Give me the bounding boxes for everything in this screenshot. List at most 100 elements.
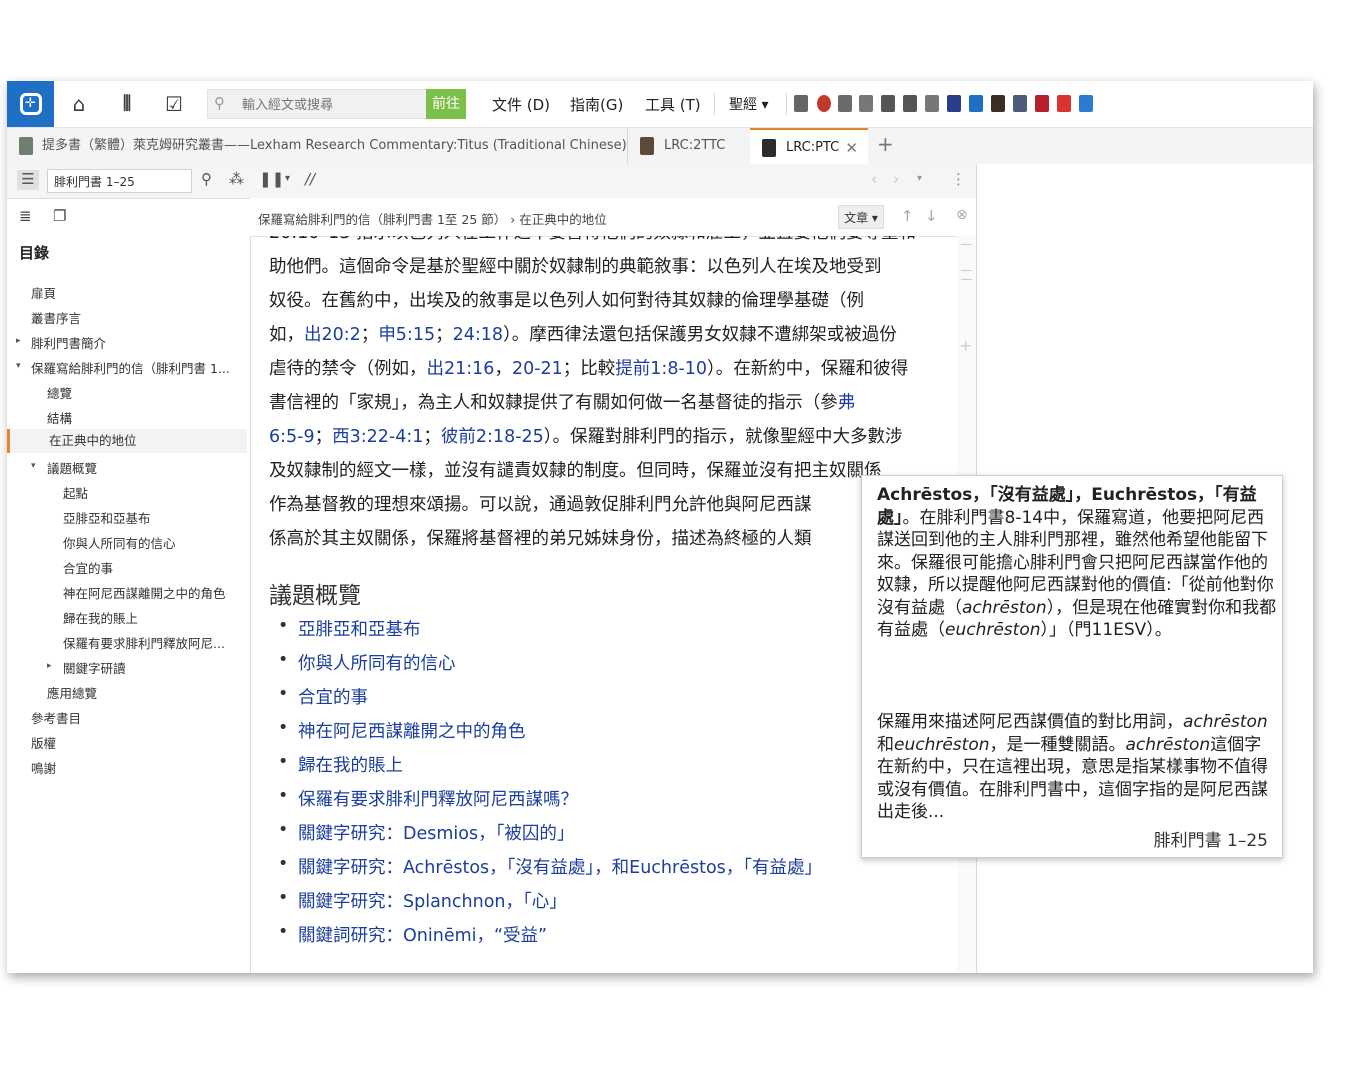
collapse-caret-icon[interactable]: ▾ — [31, 461, 36, 471]
text-line: 書信裡的「家規」，為主人和奴隸提供了有關如何做一名基督徒的指示（參弗 — [269, 393, 856, 413]
shortcut-phone-icon[interactable] — [881, 95, 895, 112]
forward-chevron-icon[interactable]: › — [893, 170, 899, 188]
menu-tools[interactable]: 工具 (T) — [645, 94, 701, 115]
toc-item-selected[interactable]: 在正典中的地位 — [7, 429, 247, 453]
tab-lrc-ptc[interactable]: LRC:PTC ✕ — [750, 128, 868, 164]
breadcrumb[interactable]: 保羅寫給腓利門的信（腓利門書 1至 25 節） › 在正典中的地位 — [258, 209, 607, 228]
text-line: 如，出20:2；申5:15；24:18）。摩西律法還包括保護男女奴隸不遭綁架或被… — [269, 325, 897, 345]
bible-ref-link[interactable]: 20-21 — [512, 359, 563, 379]
expand-caret-icon[interactable]: ▸ — [47, 661, 52, 671]
toc-item[interactable]: 叢書序言 — [31, 308, 81, 327]
bible-ref-link[interactable]: 申5:15 — [378, 325, 435, 345]
popup-source[interactable]: 腓利門書 1–25 — [1154, 826, 1268, 851]
bible-ref-link[interactable]: 西3:22-4:1 — [332, 427, 423, 447]
menu-documents[interactable]: 文件 (D) — [492, 94, 550, 115]
link-set-icon[interactable]: // — [305, 170, 315, 188]
shortcut-book-4-icon[interactable] — [1013, 95, 1027, 112]
scroll-thumb[interactable] — [961, 270, 972, 280]
toc-pages-icon[interactable]: ❐ — [53, 207, 66, 225]
shortcut-gallery-icon[interactable] — [838, 95, 852, 112]
toc-item[interactable]: 版權 — [31, 733, 56, 752]
expand-caret-icon[interactable]: ▸ — [16, 336, 21, 346]
reference-input[interactable] — [47, 169, 192, 193]
toc-item[interactable]: 保羅寫給腓利門的信（腓利門書 1... — [31, 358, 230, 377]
next-arrow-down-icon[interactable]: ↓ — [925, 207, 938, 225]
shortcut-b-icon[interactable] — [794, 95, 808, 112]
bible-dropdown[interactable]: 聖經 ▾ — [729, 94, 768, 114]
shortcut-book-2-icon[interactable] — [969, 95, 983, 112]
toc-item[interactable]: 合宜的事 — [63, 558, 113, 577]
tab-label: LRC:PTC — [786, 140, 840, 155]
bible-ref-link[interactable]: 提前1:8-10 — [615, 359, 707, 379]
toolbar-divider — [786, 93, 787, 115]
topic-link[interactable]: • 關鍵字研究：Achrēstos，「沒有益處」，和Euchrēstos，「有益處… — [269, 854, 822, 888]
toc-item[interactable]: 神在阿尼西謀離開之中的角色 — [63, 583, 226, 602]
toc-item[interactable]: 應用總覽 — [47, 683, 97, 702]
topic-link[interactable]: • 保羅有要求腓利門釋放阿尼西謀嗎？ — [269, 786, 822, 820]
toc-list-icon[interactable]: ≣ — [19, 207, 32, 225]
topic-link[interactable]: • 歸在我的賬上 — [269, 752, 822, 786]
toc-item[interactable]: 議題概覽 — [47, 458, 97, 477]
toc-item[interactable]: 保羅有要求腓利門釋放阿尼... — [63, 633, 225, 652]
menu-guides[interactable]: 指南(G) — [570, 94, 623, 115]
bible-ref-link[interactable]: 出21:16 — [427, 359, 495, 379]
tab-titus-commentary[interactable]: 提多書（繁體）萊克姆研究叢書——Lexham Research Commenta… — [7, 128, 627, 164]
shortcut-cup-icon[interactable] — [903, 95, 917, 112]
tab-lrc-2ttc[interactable]: LRC:2TTC — [627, 128, 749, 164]
shortcut-book-5-icon[interactable] — [1035, 95, 1049, 112]
toc-item[interactable]: 關鍵字研讀 — [63, 658, 126, 677]
topic-link[interactable]: • 亞腓亞和亞基布 — [269, 616, 822, 650]
history-chevron-down-icon[interactable]: ▾ — [917, 173, 922, 184]
visual-filter-icon[interactable]: ⁂ — [229, 170, 244, 188]
bible-ref-link[interactable]: 彼前2:18-25 — [441, 427, 544, 447]
shortcut-search-icon[interactable] — [817, 95, 831, 112]
text-line: 助他們。這個命令是基於聖經中關於奴隸制的典範敘事：以色列人在埃及地受到 — [269, 257, 882, 277]
library-icon[interactable]: ⫼ — [115, 92, 139, 116]
toc-item[interactable]: 起點 — [63, 483, 88, 502]
shortcut-book-1-icon[interactable] — [947, 95, 961, 112]
shortcut-person-icon[interactable] — [1079, 95, 1093, 112]
parallel-resources-icon[interactable]: ❚❚ — [259, 170, 284, 188]
search-icon[interactable]: ⚲ — [201, 170, 212, 188]
chevron-down-icon[interactable]: ▾ — [285, 173, 290, 184]
toc-item[interactable]: 你與人所同有的信心 — [63, 533, 176, 552]
new-tab-plus-icon[interactable]: + — [877, 132, 894, 156]
toc-item[interactable]: 腓利門書簡介 — [31, 333, 106, 352]
toc-item[interactable]: 參考書目 — [31, 708, 81, 727]
logos-logo-button[interactable]: ✛ — [7, 81, 54, 127]
bible-ref-link[interactable]: 出20:2 — [304, 325, 361, 345]
topic-link[interactable]: • 關鍵字研究：Splanchnon，「心」 — [269, 888, 822, 922]
close-tab-icon[interactable]: ✕ — [845, 130, 858, 166]
topic-link[interactable]: • 合宜的事 — [269, 684, 822, 718]
panel-menu-icon[interactable]: ☰ — [17, 170, 39, 190]
bible-ref-link[interactable]: 弗 — [838, 393, 856, 413]
toc-item[interactable]: 扉頁 — [31, 283, 56, 302]
topic-link[interactable]: • 神在阿尼西謀離開之中的角色 — [269, 718, 822, 752]
topic-link[interactable]: • 你與人所同有的信心 — [269, 650, 822, 684]
back-chevron-icon[interactable]: ‹ — [871, 170, 877, 188]
topic-link[interactable]: • 關鍵字研究：Desmios，「被囚的」 — [269, 820, 822, 854]
shortcut-copy-icon[interactable] — [925, 95, 939, 112]
toc-item[interactable]: 總覽 — [47, 383, 72, 402]
bible-ref-link[interactable]: 6:5-9 — [269, 427, 315, 447]
collapse-caret-icon[interactable]: ▾ — [16, 361, 21, 371]
go-button[interactable]: 前往 — [426, 89, 466, 119]
article-dropdown-button[interactable]: 文章 ▾ — [838, 205, 884, 229]
previous-arrow-up-icon[interactable]: ↑ — [901, 207, 914, 225]
more-options-icon[interactable]: ⋮ — [951, 170, 966, 188]
toc-item[interactable]: 亞腓亞和亞基布 — [63, 508, 151, 527]
home-icon[interactable]: ⌂ — [67, 92, 91, 116]
shortcut-up-icon[interactable] — [859, 95, 873, 112]
toc-item[interactable]: 結構 — [47, 408, 72, 427]
shortcut-book-6-icon[interactable] — [1057, 95, 1071, 112]
close-search-icon[interactable]: ⊗ — [956, 207, 968, 223]
main-toolbar: ✛ ⌂ ⫼ ☑ ⚲ 前往 文件 (D) 指南(G) 工具 (T) 聖經 ▾ — [7, 81, 1313, 128]
shortcut-book-3-icon[interactable] — [991, 95, 1005, 112]
bible-ref-link[interactable]: 24:18 — [453, 325, 503, 345]
split-plus-icon[interactable]: + — [959, 336, 972, 355]
documents-checklist-icon[interactable]: ☑ — [162, 92, 186, 116]
toc-item[interactable]: 鳴謝 — [31, 758, 56, 777]
topic-link[interactable]: • 關鍵詞研究：Oninēmi，“受益” — [269, 922, 822, 956]
toc-item[interactable]: 歸在我的賬上 — [63, 608, 138, 627]
search-input[interactable] — [240, 94, 424, 116]
